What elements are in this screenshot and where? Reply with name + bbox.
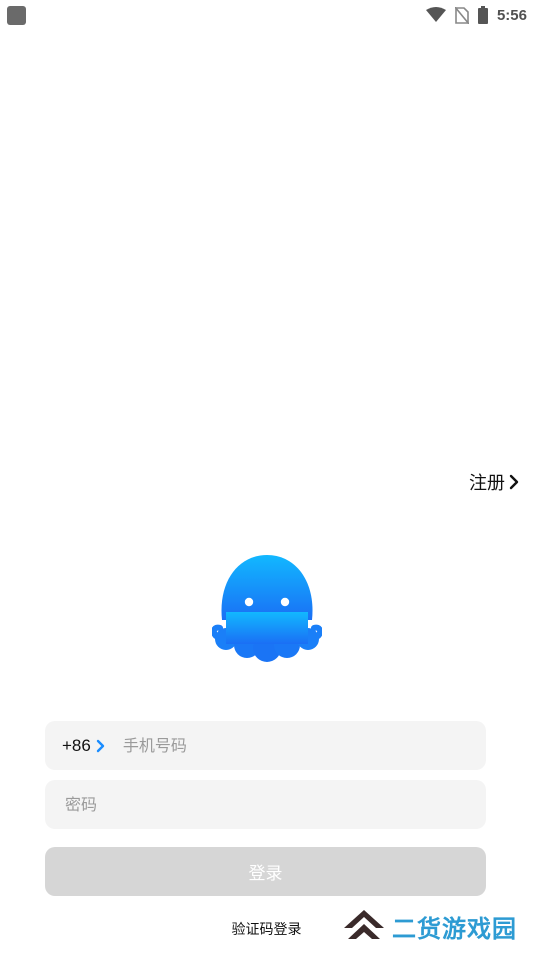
notification-square-icon (7, 6, 26, 25)
octopus-mascot-icon (212, 555, 322, 662)
battery-icon (477, 6, 488, 24)
country-code-selector[interactable]: +86 (62, 736, 105, 756)
country-code-text: +86 (62, 735, 91, 755)
password-field (45, 779, 486, 830)
status-icons: 5:56 (425, 4, 527, 26)
register-label: 注册 (469, 473, 505, 494)
chevron-right-icon (509, 474, 519, 490)
watermark-logo-icon (344, 910, 384, 939)
watermark: 二货游戏园 (342, 908, 517, 944)
phone-field: +86 (45, 720, 486, 771)
status-bar: 5:56 (0, 0, 533, 30)
status-time: 5:56 (496, 6, 527, 24)
wifi-icon (425, 7, 446, 22)
no-sim-icon (454, 6, 469, 24)
password-input[interactable] (63, 779, 486, 830)
watermark-text: 二货游戏园 (392, 914, 517, 943)
login-button[interactable]: 登录 (45, 847, 486, 896)
chevron-right-icon (96, 739, 105, 752)
phone-number-input[interactable] (120, 720, 486, 771)
register-link[interactable]: 注册 (469, 469, 519, 495)
